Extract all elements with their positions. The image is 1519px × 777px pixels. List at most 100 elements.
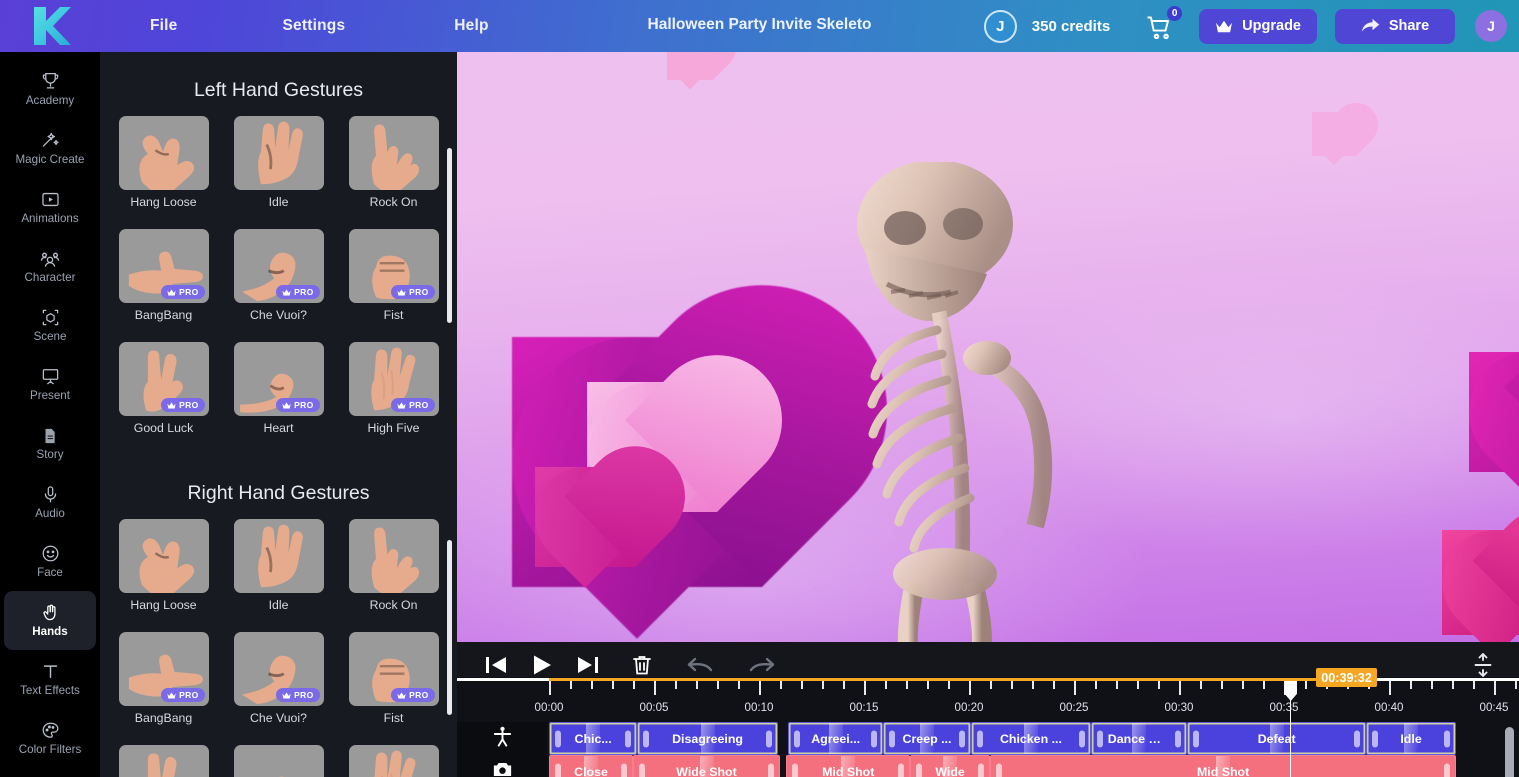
cart-button[interactable]: 0 [1146, 9, 1176, 43]
sidebar-item-present[interactable]: Present [4, 355, 96, 414]
clip-resize-handle-right[interactable] [1444, 763, 1450, 777]
timeline-clip[interactable]: Wide Shot [633, 755, 780, 777]
clip-resize-handle-left[interactable] [996, 763, 1002, 777]
clip-resize-handle-right[interactable] [978, 763, 984, 777]
timeline-vertical-scrollbar[interactable] [1505, 727, 1514, 777]
clip-resize-handle-left[interactable] [555, 730, 561, 747]
sidebar-item-magic-create[interactable]: Magic Create [4, 119, 96, 178]
gesture-card[interactable]: Idle [234, 116, 324, 209]
clip-resize-handle-left[interactable] [639, 763, 645, 777]
clip-resize-handle-right[interactable] [625, 730, 631, 747]
gesture-card[interactable]: Rock On [349, 116, 439, 209]
timeline-clip[interactable]: Disagreeing [637, 722, 778, 755]
timeline-clip[interactable]: Idle [1366, 722, 1456, 755]
gesture-card[interactable]: PRO High Five [349, 342, 439, 435]
crown-icon [282, 402, 291, 409]
gesture-label: BangBang [119, 308, 209, 322]
clip-resize-handle-right[interactable] [871, 730, 877, 747]
clip-resize-handle-left[interactable] [977, 730, 983, 747]
ruler-time-label: 00:45 [1479, 701, 1508, 714]
top-bar-right-group: J 350 credits 0 Upgrade Share [984, 9, 1519, 44]
sidebar-item-animations[interactable]: Animations [4, 178, 96, 237]
gestures-panel-scrollbar-thumb-lower[interactable] [447, 540, 452, 715]
gestures-panel-scrollbar-thumb-upper[interactable] [447, 148, 452, 323]
sidebar-item-scene[interactable]: Scene [4, 296, 96, 355]
timeline-clip[interactable]: Agreei... [788, 722, 883, 755]
timeline-playhead[interactable] [1290, 681, 1291, 777]
smiley-icon [41, 544, 60, 563]
timeline-clip[interactable]: Chicken ... [971, 722, 1091, 755]
gesture-card[interactable]: PRO Good Luck [119, 745, 209, 777]
menu-file[interactable]: File [136, 11, 192, 41]
sidebar-item-character[interactable]: Character [4, 237, 96, 296]
gesture-card[interactable]: Rock On [349, 519, 439, 612]
clip-resize-handle-right[interactable] [959, 730, 965, 747]
clip-resize-handle-left[interactable] [643, 730, 649, 747]
gesture-thumbnail [349, 519, 439, 593]
preview-canvas[interactable] [457, 52, 1519, 642]
clip-resize-handle-right[interactable] [1175, 730, 1181, 747]
sidebar-item-hands[interactable]: Hands [4, 591, 96, 650]
gesture-card[interactable]: Hang Loose [119, 519, 209, 612]
fit-to-height-button[interactable] [1469, 650, 1497, 680]
gesture-card[interactable]: PRO Che Vuoi? [234, 632, 324, 725]
clip-resize-handle-left[interactable] [1193, 730, 1199, 747]
clip-resize-handle-right[interactable] [898, 763, 904, 777]
menu-help[interactable]: Help [440, 11, 502, 41]
video-play-icon [41, 190, 60, 209]
timeline-clip[interactable]: Defeat [1187, 722, 1366, 755]
timeline-clip[interactable]: Mid Shot [786, 755, 910, 777]
sidebar-item-audio[interactable]: Audio [4, 473, 96, 532]
pro-badge: PRO [276, 688, 319, 702]
track-header-camera-track[interactable] [457, 755, 547, 777]
timeline-clip[interactable]: Creep ... [883, 722, 971, 755]
gesture-card[interactable]: PRO High Five [349, 745, 439, 777]
user-avatar[interactable]: J [1475, 10, 1507, 42]
clip-resize-handle-left[interactable] [1097, 730, 1103, 747]
clip-resize-handle-left[interactable] [889, 730, 895, 747]
timeline-clip[interactable]: Close [549, 755, 633, 777]
gesture-card[interactable]: PRO Heart [234, 342, 324, 435]
menu-settings[interactable]: Settings [269, 11, 360, 41]
timeline-clip[interactable]: Dance wit... [1091, 722, 1188, 755]
clip-resize-handle-right[interactable] [621, 763, 627, 777]
sidebar-item-color-filters[interactable]: Color Filters [4, 709, 96, 768]
clip-resize-handle-right[interactable] [1079, 730, 1085, 747]
clip-resize-handle-left[interactable] [792, 763, 798, 777]
gesture-card[interactable]: PRO Che Vuoi? [234, 229, 324, 322]
sidebar-item-face[interactable]: Face [4, 532, 96, 591]
share-button[interactable]: Share [1335, 9, 1455, 44]
gesture-card[interactable]: PRO BangBang [119, 632, 209, 725]
clip-resize-handle-right[interactable] [1444, 730, 1450, 747]
gesture-card[interactable]: PRO Good Luck [119, 342, 209, 435]
clip-resize-handle-right[interactable] [1354, 730, 1360, 747]
gesture-card[interactable]: Idle [234, 519, 324, 612]
timeline-clip[interactable]: Chic... [549, 722, 637, 755]
gesture-card[interactable]: PRO Fist [349, 229, 439, 322]
upgrade-button[interactable]: Upgrade [1199, 9, 1317, 44]
timeline-clip[interactable]: Wide [910, 755, 990, 777]
clip-transition-fade [700, 756, 714, 777]
gesture-card[interactable]: PRO Fist [349, 632, 439, 725]
gesture-thumbnail: PRO [349, 745, 439, 777]
sidebar-item-story[interactable]: Story [4, 414, 96, 473]
track-header-animation-track[interactable] [457, 722, 547, 755]
track-lane-animation-track[interactable]: Chic...DisagreeingAgreei...Creep ...Chic… [553, 722, 1519, 755]
timeline-clip[interactable]: Mid Shot [990, 755, 1456, 777]
app-logo[interactable] [0, 0, 100, 52]
ruler-time-label: 00:30 [1164, 701, 1193, 714]
clip-resize-handle-left[interactable] [794, 730, 800, 747]
gesture-card[interactable]: PRO BangBang [119, 229, 209, 322]
sidebar-item-text-effects[interactable]: Text Effects [4, 650, 96, 709]
ruler-time-label: 00:00 [534, 701, 563, 714]
gesture-card[interactable]: PRO Heart [234, 745, 324, 777]
clip-resize-handle-left[interactable] [916, 763, 922, 777]
sidebar-item-academy[interactable]: Academy [4, 60, 96, 119]
gesture-card[interactable]: Hang Loose [119, 116, 209, 209]
clip-resize-handle-right[interactable] [768, 763, 774, 777]
clip-resize-handle-left[interactable] [1372, 730, 1378, 747]
track-lane-camera-track[interactable]: CloseWide ShotMid ShotWideMid Shot [553, 755, 1519, 777]
clip-resize-handle-right[interactable] [766, 730, 772, 747]
clip-resize-handle-left[interactable] [555, 763, 561, 777]
timeline[interactable]: 00:0000:0500:1000:1500:2000:2500:3000:35… [457, 677, 1519, 777]
